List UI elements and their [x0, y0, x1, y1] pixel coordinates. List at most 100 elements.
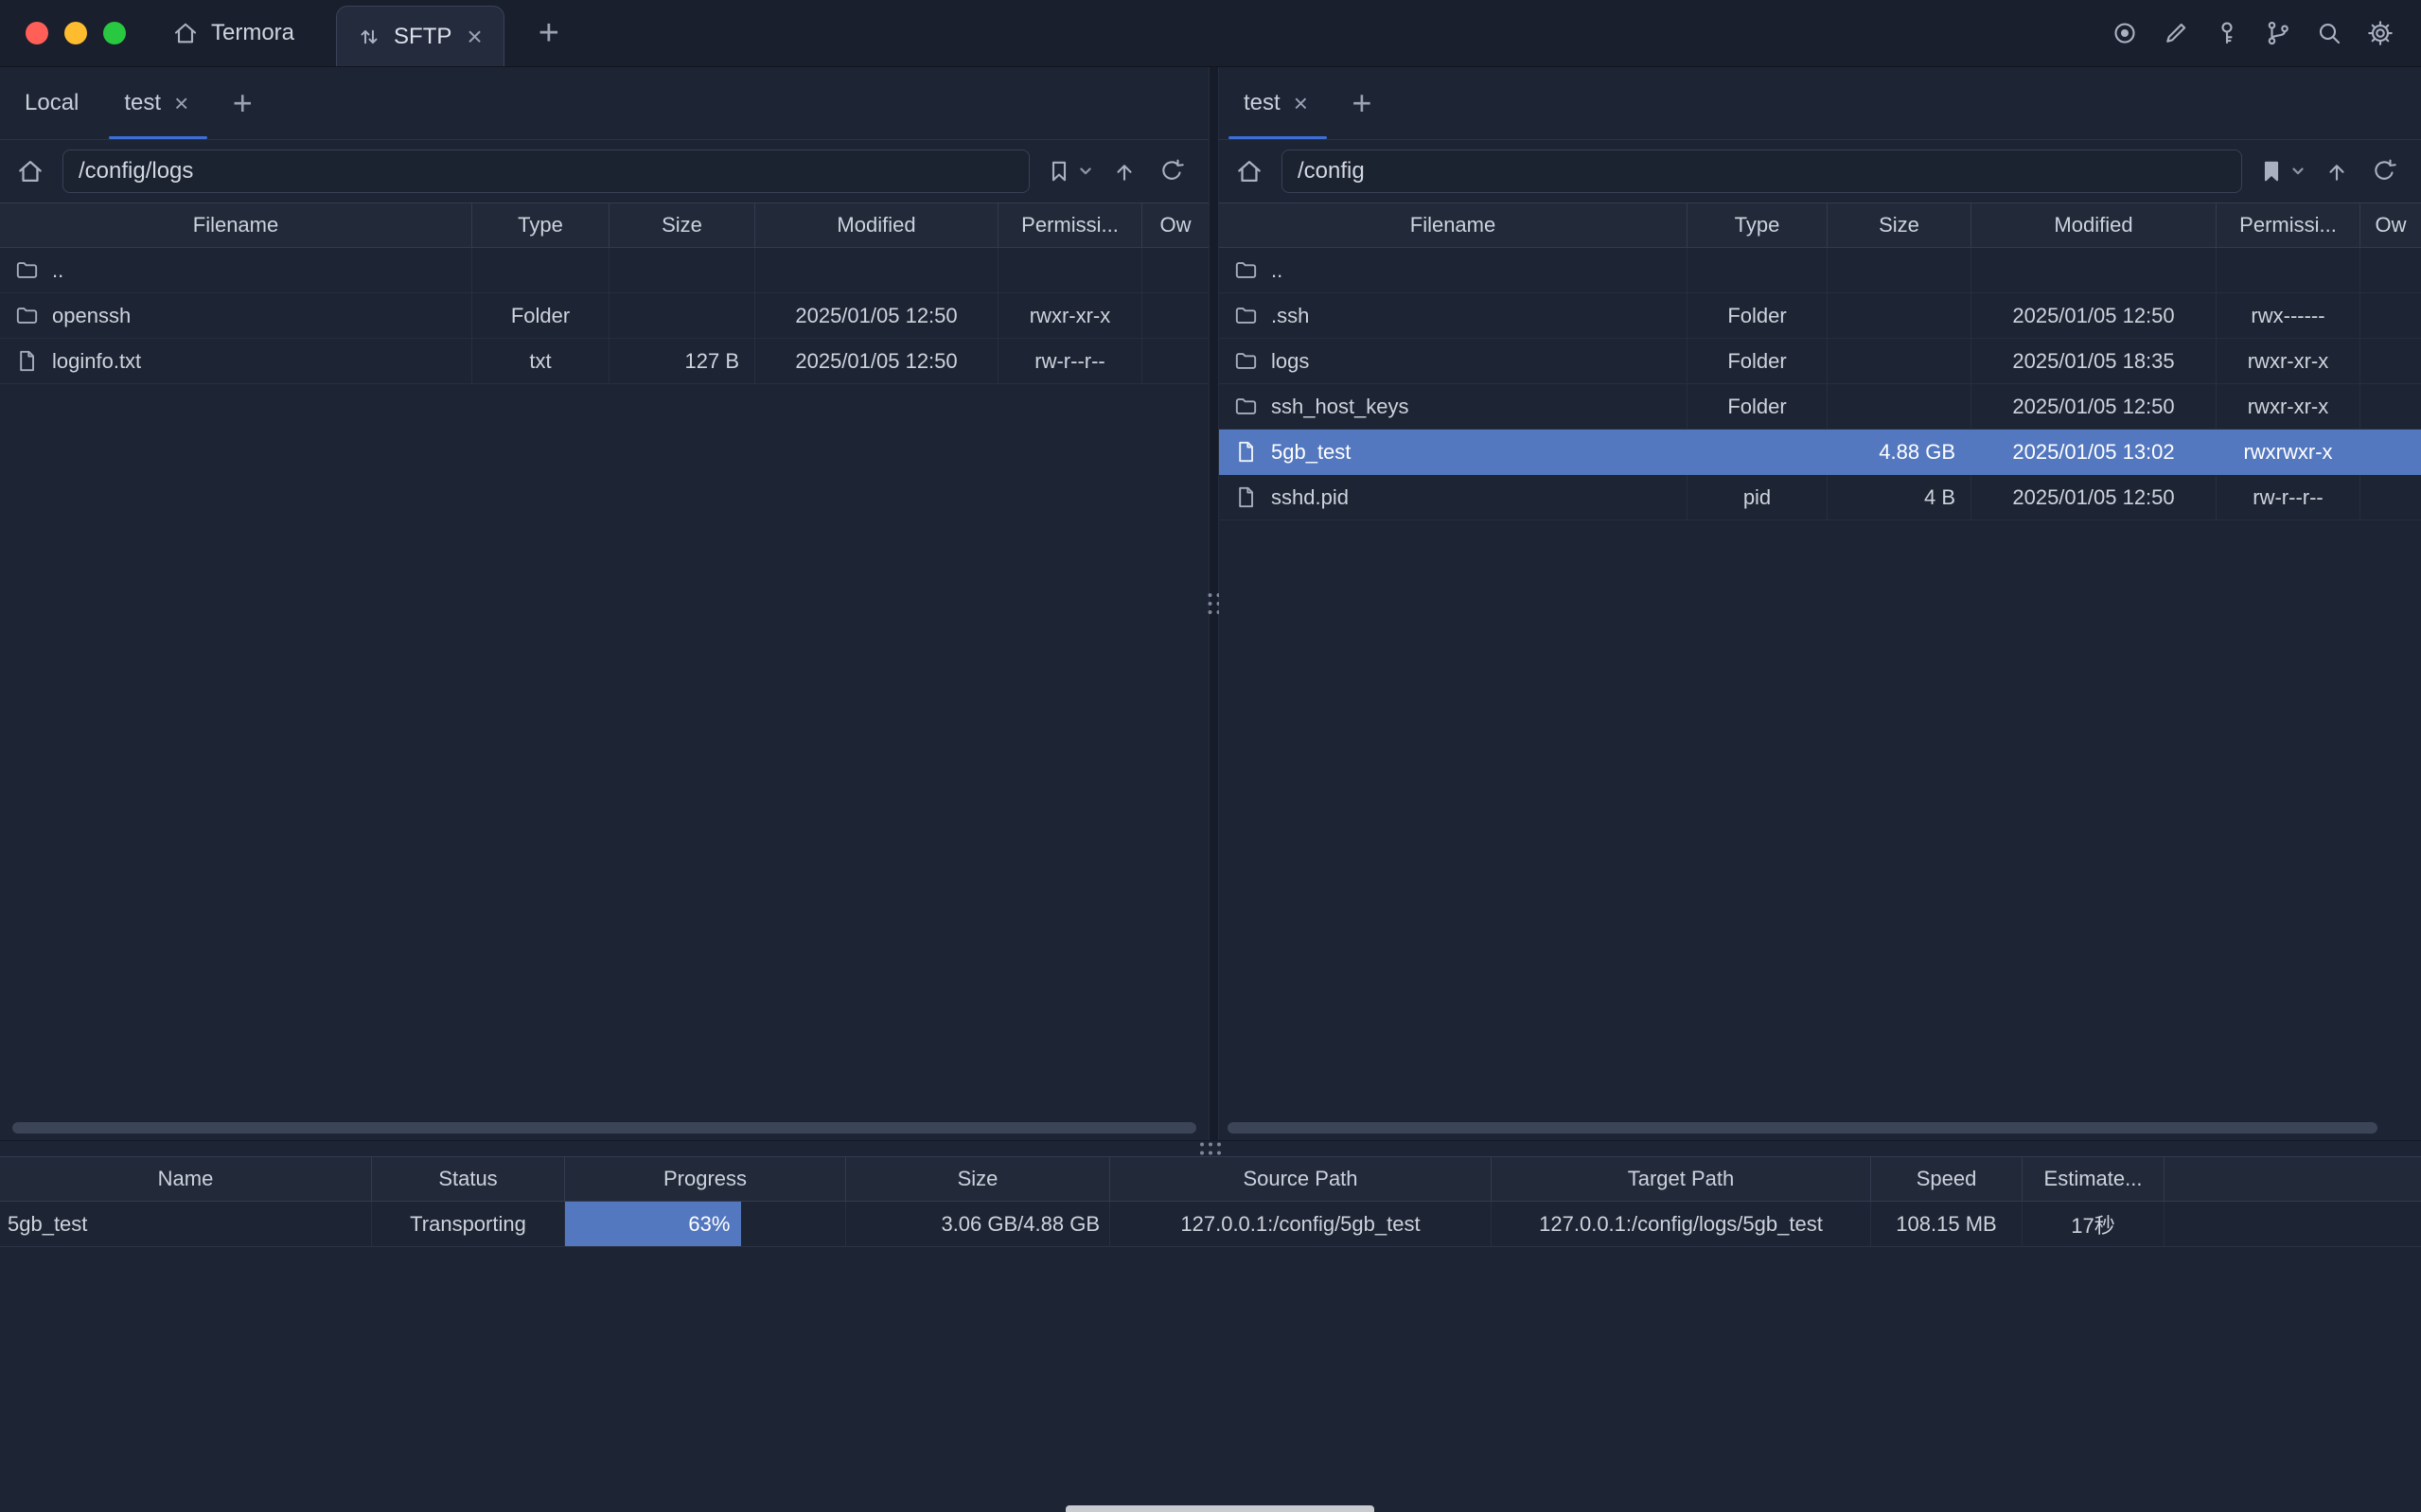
chevron-down-icon	[1078, 164, 1093, 179]
transfer-row-5gb-test[interactable]: 5gb_test Transporting 63% 3.06 GB/4.88 G…	[0, 1202, 2421, 1247]
table-row-5gb-test-selected[interactable]: 5gb_test 4.88 GB 2025/01/05 13:02 rwxrwx…	[1219, 430, 2421, 475]
transfer-table-header: Name Status Progress Size Source Path Ta…	[0, 1156, 2421, 1202]
column-header-target-path[interactable]: Target Path	[1492, 1157, 1871, 1201]
horizontal-splitter[interactable]	[0, 1140, 2421, 1156]
home-icon	[171, 19, 200, 47]
parent-directory-button-right[interactable]	[2321, 155, 2353, 187]
column-header-modified[interactable]: Modified	[755, 203, 998, 247]
horizontal-scrollbar-thumb-right[interactable]	[1228, 1122, 2377, 1134]
file-table-header-left: Filename Type Size Modified Permissi... …	[0, 202, 1209, 248]
close-window-button[interactable]	[26, 22, 48, 44]
tab-test-left[interactable]: test ×	[101, 67, 215, 139]
table-row-ssh-host-keys[interactable]: ssh_host_keys Folder 2025/01/05 12:50 rw…	[1219, 384, 2421, 430]
column-header-type[interactable]: Type	[1688, 203, 1828, 247]
table-row-ssh[interactable]: .ssh Folder 2025/01/05 12:50 rwx------	[1219, 293, 2421, 339]
table-row-parent-dir[interactable]: ..	[1219, 248, 2421, 293]
file-icon	[1233, 439, 1259, 465]
tab-sftp[interactable]: SFTP ×	[336, 6, 504, 66]
zoom-window-button[interactable]	[103, 22, 126, 44]
column-header-size[interactable]: Size	[1828, 203, 1971, 247]
vertical-splitter[interactable]	[1209, 67, 1219, 1140]
path-input-left[interactable]	[62, 149, 1030, 193]
home-icon	[15, 156, 45, 186]
path-input-right[interactable]	[1281, 149, 2242, 193]
home-directory-button[interactable]	[13, 154, 47, 188]
remote-pathbar	[1219, 140, 2421, 202]
table-row-loginfo[interactable]: loginfo.txt txt 127 B 2025/01/05 12:50 r…	[0, 339, 1209, 384]
search-button[interactable]	[2313, 17, 2345, 49]
table-row-logs[interactable]: logs Folder 2025/01/05 18:35 rwxr-xr-x	[1219, 339, 2421, 384]
remote-pane-tabbar: test × +	[1219, 67, 2421, 140]
close-icon[interactable]: ×	[170, 91, 192, 115]
gear-icon	[2366, 19, 2394, 47]
table-row-parent-dir[interactable]: ..	[0, 248, 1209, 293]
bottom-scroll-indicator[interactable]	[1066, 1505, 1374, 1512]
local-pathbar	[0, 140, 1209, 202]
column-header-speed[interactable]: Speed	[1871, 1157, 2023, 1201]
folder-icon	[1233, 394, 1259, 419]
file-icon	[14, 348, 40, 374]
parent-directory-button-left[interactable]	[1108, 155, 1140, 187]
arrow-up-icon	[1110, 157, 1139, 185]
file-table-body-right: .. .ssh Folder 2025/01/05 12:50 rwx-----…	[1219, 248, 2421, 1140]
column-header-filler	[2165, 1157, 2421, 1201]
bookmark-icon	[1045, 157, 1073, 185]
tab-termora[interactable]: Termora	[158, 0, 308, 66]
edit-button[interactable]	[2160, 17, 2192, 49]
tab-test-right[interactable]: test ×	[1221, 67, 1334, 139]
column-header-source-path[interactable]: Source Path	[1110, 1157, 1492, 1201]
refresh-button-left[interactable]	[1156, 155, 1188, 187]
add-tab-button-right[interactable]: +	[1334, 67, 1389, 139]
column-header-owner[interactable]: Ow	[1142, 203, 1209, 247]
folder-icon	[14, 257, 40, 283]
minimize-window-button[interactable]	[64, 22, 87, 44]
record-icon	[2111, 19, 2139, 47]
git-branch-icon	[2264, 19, 2292, 47]
local-pane: Local test × + Filename	[0, 67, 1209, 1140]
tab-test-left-label: test	[124, 90, 161, 116]
add-tab-button-left[interactable]: +	[215, 67, 270, 139]
file-table-header-right: Filename Type Size Modified Permissi... …	[1219, 202, 2421, 248]
column-header-size[interactable]: Size	[610, 203, 755, 247]
close-icon[interactable]: ×	[463, 24, 486, 50]
column-header-filename[interactable]: Filename	[0, 203, 472, 247]
status-badge: Transporting	[372, 1202, 565, 1247]
column-header-name[interactable]: Name	[0, 1157, 372, 1201]
horizontal-scrollbar-thumb-left[interactable]	[12, 1122, 1196, 1134]
column-header-progress[interactable]: Progress	[565, 1157, 846, 1201]
column-header-status[interactable]: Status	[372, 1157, 565, 1201]
window-controls	[26, 22, 126, 44]
column-header-permissions[interactable]: Permissi...	[998, 203, 1142, 247]
table-row-sshd-pid[interactable]: sshd.pid pid 4 B 2025/01/05 12:50 rw-r--…	[1219, 475, 2421, 520]
column-header-estimate[interactable]: Estimate...	[2023, 1157, 2165, 1201]
bookmark-dropdown-right[interactable]	[2257, 157, 2306, 185]
tab-local[interactable]: Local	[2, 67, 101, 139]
folder-icon	[1233, 257, 1259, 283]
tab-test-right-label: test	[1244, 90, 1281, 116]
folder-icon	[14, 303, 40, 328]
column-header-filename[interactable]: Filename	[1219, 203, 1688, 247]
settings-button[interactable]	[2364, 17, 2396, 49]
column-header-owner[interactable]: Ow	[2360, 203, 2421, 247]
tab-sftp-label: SFTP	[394, 24, 451, 50]
refresh-button-right[interactable]	[2368, 155, 2400, 187]
bookmark-dropdown-left[interactable]	[1045, 157, 1093, 185]
keys-button[interactable]	[2211, 17, 2243, 49]
column-header-size[interactable]: Size	[846, 1157, 1110, 1201]
close-icon[interactable]: ×	[1290, 91, 1312, 115]
refresh-icon	[1157, 157, 1186, 185]
git-branch-button[interactable]	[2262, 17, 2294, 49]
table-row-openssh[interactable]: openssh Folder 2025/01/05 12:50 rwxr-xr-…	[0, 293, 1209, 339]
titlebar: Termora SFTP × +	[0, 0, 2421, 66]
termora-window: Termora SFTP × + Local test	[0, 0, 2421, 1512]
column-header-permissions[interactable]: Permissi...	[2217, 203, 2360, 247]
arrow-up-icon	[2323, 157, 2351, 185]
sftp-panes: Local test × + Filename	[0, 66, 2421, 1140]
column-header-modified[interactable]: Modified	[1971, 203, 2217, 247]
home-directory-button[interactable]	[1232, 154, 1266, 188]
new-tab-button[interactable]: +	[529, 15, 569, 51]
record-button[interactable]	[2109, 17, 2141, 49]
splitter-grip-icon	[1200, 1143, 1221, 1155]
bookmark-filled-icon	[2257, 157, 2286, 185]
column-header-type[interactable]: Type	[472, 203, 610, 247]
